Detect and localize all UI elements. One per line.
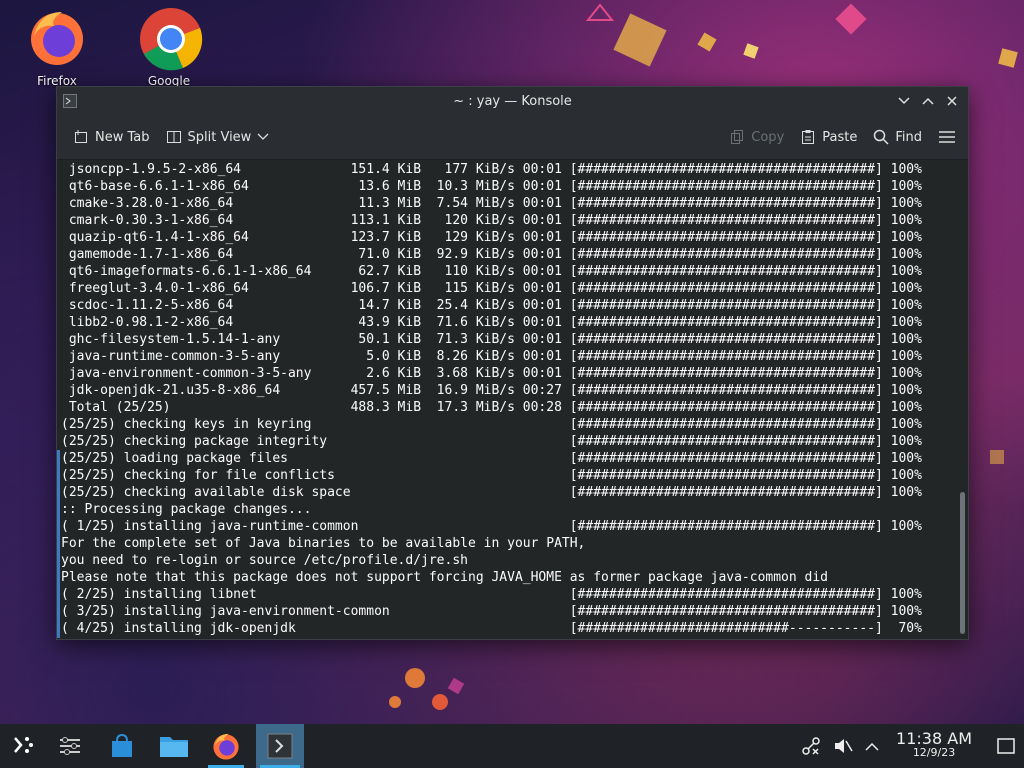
terminal-line: ( 1/25) installing java-runtime-common [… — [61, 519, 922, 534]
find-button[interactable]: Find — [865, 121, 930, 153]
konsole-task-button[interactable] — [256, 724, 304, 768]
terminal-text: jsoncpp-1.9.5-2-x86_64 151.4 KiB 177 KiB… — [57, 160, 957, 637]
store-bag-icon — [112, 733, 132, 757]
terminal-line: (25/25) checking available disk space [#… — [61, 485, 922, 500]
terminal-line: (25/25) checking for file conflicts [###… — [61, 468, 922, 483]
search-icon — [874, 129, 889, 145]
digital-clock[interactable]: 11:38 AM 12/9/23 — [896, 729, 972, 760]
new-tab-icon — [75, 130, 87, 143]
show-desktop-icon — [997, 738, 1015, 754]
terminal-line: quazip-qt6-1.4-1-x86_64 123.7 KiB 129 Ki… — [61, 230, 922, 245]
terminal-line: (25/25) checking keys in keyring [######… — [61, 417, 922, 432]
tray-expand-chevron-icon[interactable] — [864, 735, 880, 757]
hamburger-menu-icon — [939, 131, 955, 143]
terminal-output[interactable]: jsoncpp-1.9.5-2-x86_64 151.4 KiB 177 KiB… — [57, 160, 957, 638]
prompt-marker — [57, 450, 60, 638]
terminal-line: (25/25) checking package integrity [####… — [61, 434, 922, 449]
terminal-line: For the complete set of Java binaries to… — [61, 536, 586, 551]
chrome-icon — [138, 6, 203, 71]
clock-date: 12/9/23 — [912, 746, 956, 759]
terminal-line: you need to re-login or source /etc/prof… — [61, 553, 468, 568]
launcher-icon — [14, 737, 33, 753]
terminal-line: scdoc-1.11.2-5-x86_64 14.7 KiB 25.4 KiB/… — [61, 298, 922, 313]
hamburger-menu-button[interactable] — [930, 121, 964, 153]
copy-icon — [731, 130, 744, 144]
discover-store-button[interactable] — [100, 724, 144, 768]
new-tab-label: New Tab — [95, 129, 150, 145]
minimize-button[interactable] — [894, 91, 914, 111]
terminal-line: gamemode-1.7-1-x86_64 71.0 KiB 92.9 KiB/… — [61, 247, 922, 262]
file-manager-button[interactable] — [152, 724, 196, 768]
network-icon[interactable] — [800, 735, 822, 757]
terminal-line: java-environment-common-3-5-any 2.6 KiB … — [61, 366, 922, 381]
firefox-task-button[interactable] — [204, 724, 248, 768]
clock-time: 11:38 AM — [896, 729, 972, 748]
terminal-line: :: Processing package changes... — [61, 502, 312, 517]
terminal-line: ( 4/25) installing jdk-openjdk [########… — [61, 621, 922, 636]
paste-label: Paste — [822, 129, 858, 145]
terminal-line: Please note that this package does not s… — [61, 570, 829, 585]
window-titlebar[interactable]: ~ : yay — Konsole — [57, 87, 968, 115]
sliders-icon — [60, 737, 80, 755]
split-view-icon — [166, 131, 181, 143]
paste-button[interactable]: Paste — [792, 121, 865, 153]
system-tray: 11:38 AM 12/9/23 — [800, 724, 1024, 768]
paste-icon — [802, 130, 815, 144]
split-view-label: Split View — [187, 129, 252, 145]
show-desktop-button[interactable] — [988, 724, 1024, 768]
maximize-button[interactable] — [918, 91, 938, 111]
terminal-line: ghc-filesystem-1.5.14-1-any 50.1 KiB 71.… — [61, 332, 922, 347]
copy-button[interactable]: Copy — [721, 121, 792, 153]
terminal-line: Total (25/25) 488.3 MiB 17.3 MiB/s 00:28… — [61, 400, 922, 415]
find-label: Find — [895, 129, 922, 145]
copy-label: Copy — [751, 129, 785, 145]
terminal-line: cmark-0.30.3-1-x86_64 113.1 KiB 120 KiB/… — [61, 213, 922, 228]
terminal-line: cmake-3.28.0-1-x86_64 11.3 MiB 7.54 MiB/… — [61, 196, 922, 211]
new-tab-button[interactable]: New Tab — [65, 121, 158, 153]
terminal-line: freeglut-3.4.0-1-x86_64 106.7 KiB 115 Ki… — [61, 281, 922, 296]
split-view-button[interactable]: Split View — [158, 121, 278, 153]
desktop-icon-firefox[interactable]: Firefox — [12, 6, 102, 88]
chevron-down-icon — [257, 133, 269, 140]
terminal-line: java-runtime-common-3-5-any 5.0 KiB 8.26… — [61, 349, 922, 364]
terminal-scrollbar[interactable] — [957, 160, 968, 638]
terminal-line: jsoncpp-1.9.5-2-x86_64 151.4 KiB 177 KiB… — [61, 162, 922, 177]
taskbar: 11:38 AM 12/9/23 — [0, 724, 1024, 768]
terminal-line: libb2-0.98.1-2-x86_64 43.9 KiB 71.6 KiB/… — [61, 315, 922, 330]
terminal-line: qt6-imageformats-6.6.1-1-x86_64 62.7 KiB… — [61, 264, 922, 279]
terminal-line: (25/25) loading package files [#########… — [61, 451, 922, 466]
firefox-icon — [213, 733, 239, 760]
toolbar: New Tab Split View Copy Paste Find — [57, 115, 968, 160]
konsole-app-icon[interactable] — [63, 93, 77, 108]
folder-icon — [160, 737, 188, 757]
terminal-line: ( 3/25) installing java-environment-comm… — [61, 604, 922, 619]
firefox-icon — [26, 6, 88, 68]
terminal-line: ( 2/25) installing libnet [#############… — [61, 587, 922, 602]
window-title: ~ : yay — Konsole — [453, 93, 572, 109]
konsole-icon — [267, 733, 293, 759]
task-manager-settings-button[interactable] — [48, 724, 92, 768]
volume-muted-icon[interactable] — [832, 735, 854, 757]
terminal-line: qt6-base-6.6.1-1-x86_64 13.6 MiB 10.3 Mi… — [61, 179, 922, 194]
terminal-line: jdk-openjdk-21.u35-8-x86_64 457.5 MiB 16… — [61, 383, 922, 398]
close-button[interactable] — [942, 91, 962, 111]
application-launcher-button[interactable] — [0, 724, 44, 768]
konsole-window: ~ : yay — Konsole New Tab Split View Cop… — [56, 86, 969, 640]
scrollbar-thumb[interactable] — [960, 492, 965, 634]
